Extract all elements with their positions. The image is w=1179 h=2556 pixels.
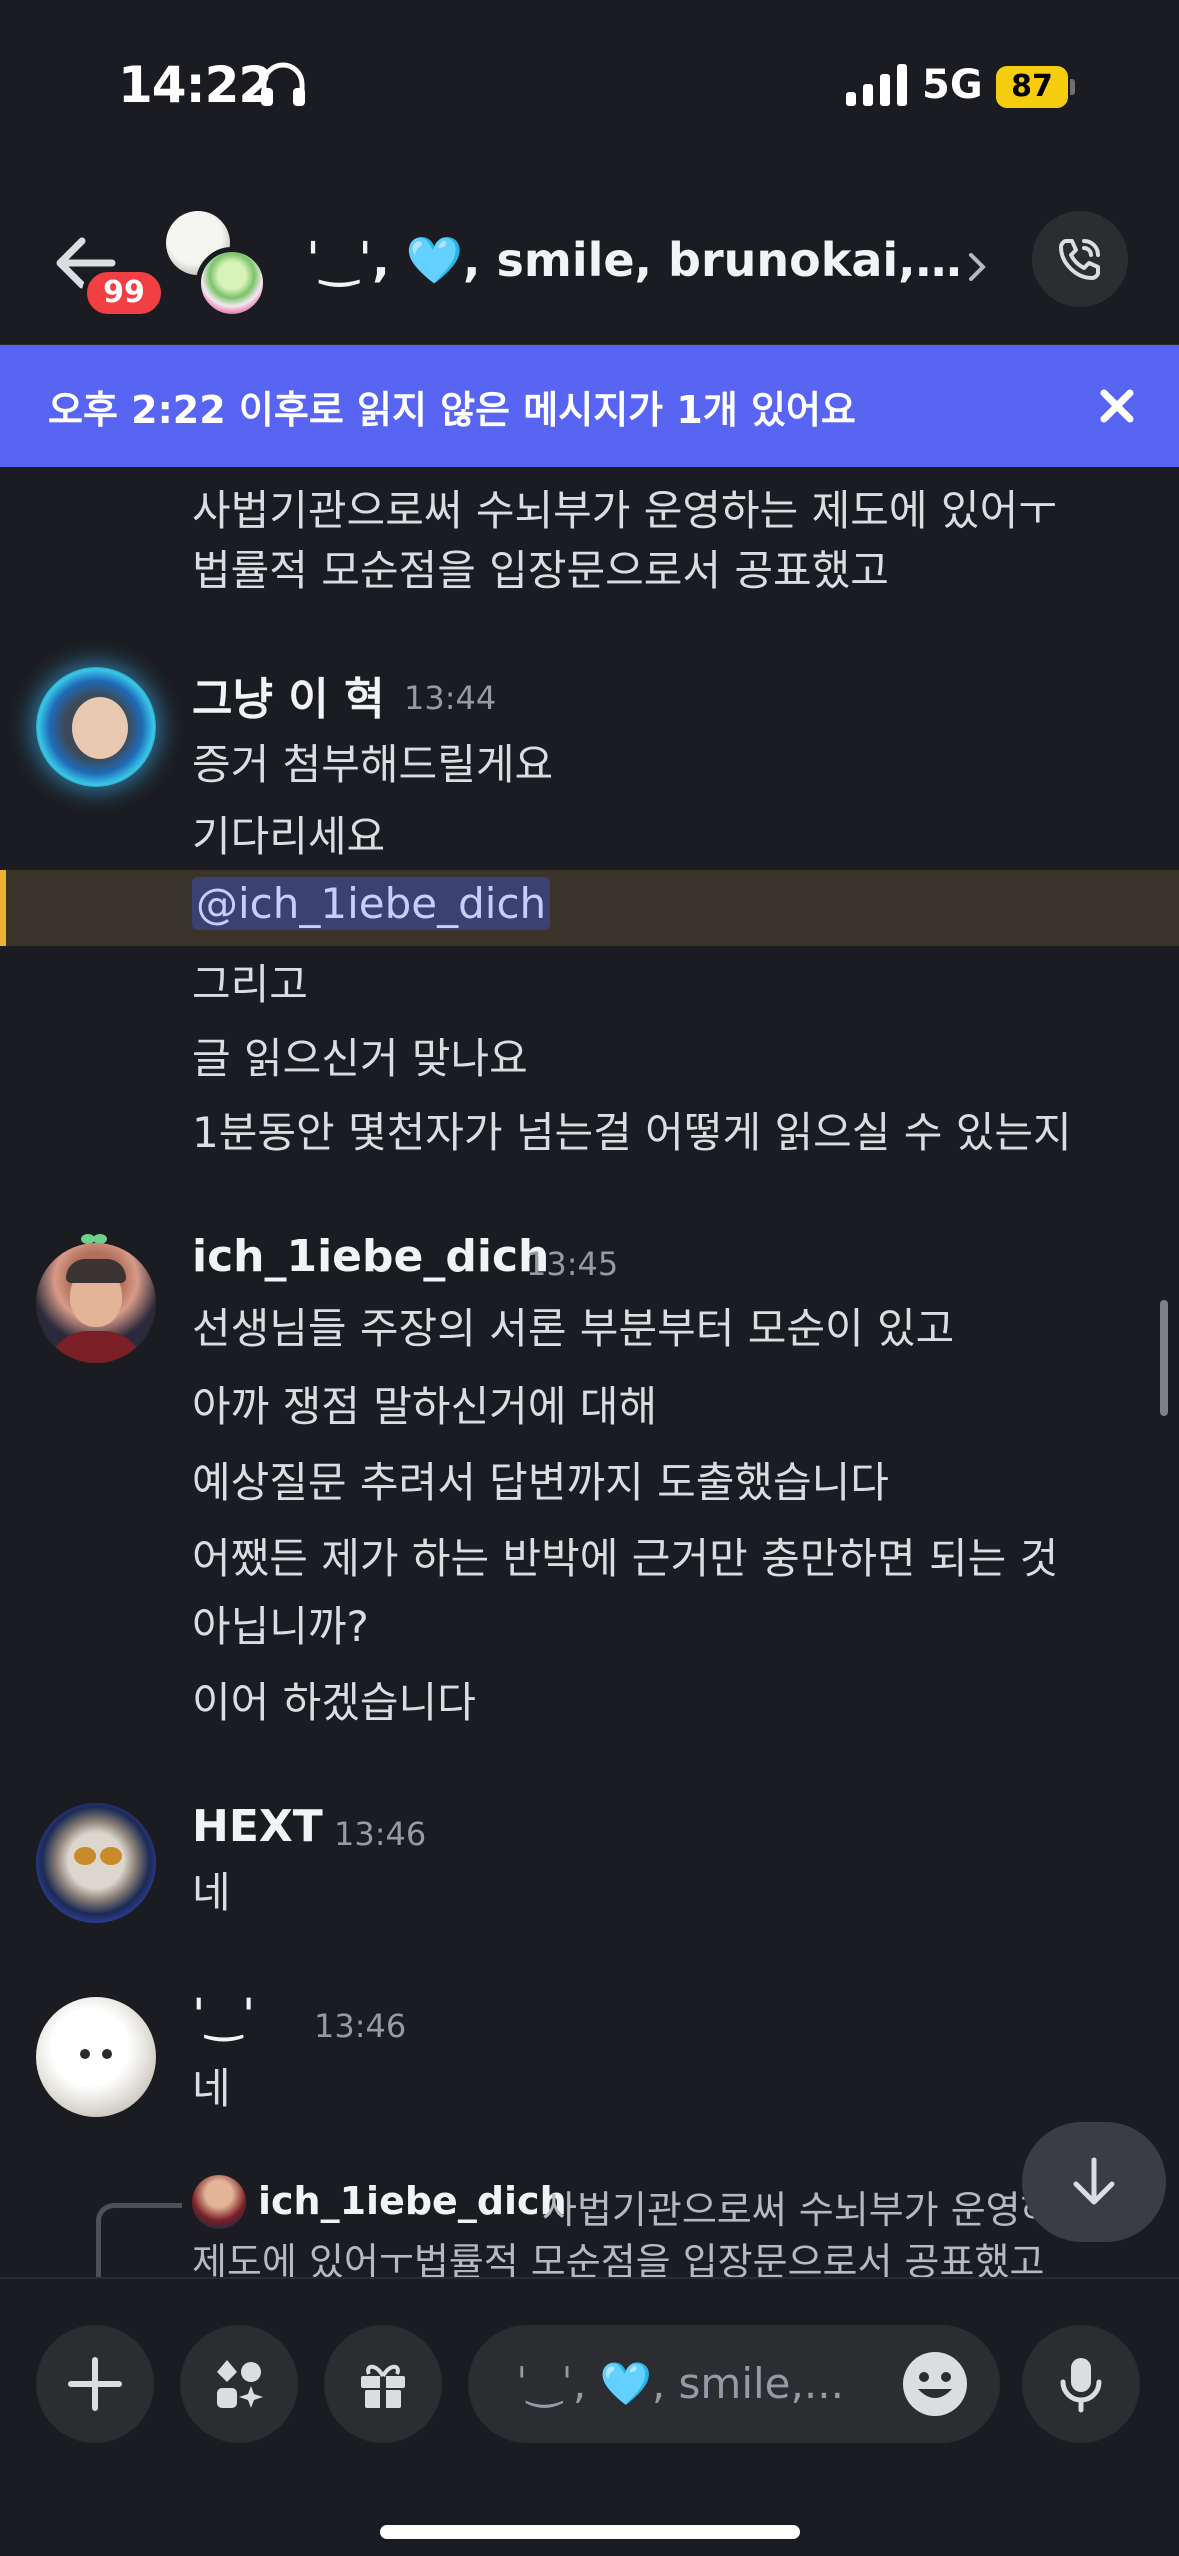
message-timestamp: 13:46 xyxy=(314,2007,407,2045)
message-line: 기다리세요 xyxy=(192,812,386,861)
reply-connector xyxy=(96,2203,182,2277)
voice-call-button[interactable] xyxy=(1032,211,1128,307)
unread-banner-text: 오후 2:22 이후로 읽지 않은 메시지가 1개 있어요 xyxy=(48,388,856,432)
unread-count-badge: 99 xyxy=(82,267,166,319)
message-line: @ich_1iebe_dich xyxy=(192,877,551,930)
message-line: 1분동안 몇천자가 넘는걸 어떻게 읽으실 수 있는지 xyxy=(192,1108,1072,1157)
message-author[interactable]: HEXT xyxy=(192,1801,323,1852)
message-input[interactable]: ˈ‿ˈ, 🩵, smile,... xyxy=(468,2325,1000,2443)
message-line: 이어 하겠습니다 xyxy=(192,1678,476,1727)
message-line: 네 xyxy=(192,1868,231,1917)
channel-header: 99 ˈ‿ˈ, 🩵, smile, brunokai,... xyxy=(0,175,1179,345)
headphones-icon xyxy=(261,62,305,106)
avatar[interactable] xyxy=(36,667,156,787)
microphone-icon xyxy=(1060,2358,1102,2413)
message-line: 증거 첨부해드릴게요 xyxy=(192,740,554,789)
voice-message-button[interactable] xyxy=(1022,2325,1140,2443)
apps-icon xyxy=(217,2360,263,2408)
battery-level: 87 xyxy=(996,66,1068,108)
message-author[interactable]: ˈ‿ˈ xyxy=(192,1991,255,2042)
chat-screen: 14:22 5G 87 99 ˈ‿ˈ, 🩵, smile, brunokai,.… xyxy=(0,0,1179,2556)
reply-avatar xyxy=(192,2175,246,2229)
emoji-icon[interactable] xyxy=(900,2349,970,2419)
close-icon[interactable] xyxy=(1096,385,1138,427)
jump-to-present-button[interactable] xyxy=(1022,2122,1166,2242)
message-list[interactable]: 사법기관으로써 수뇌부가 운영하는 제도에 있어ㅜ 법률적 모순점을 입장문으로… xyxy=(0,467,1179,2277)
message-author[interactable]: 그냥 이 혁 xyxy=(192,663,385,727)
avatar[interactable] xyxy=(36,1803,156,1923)
battery-cap xyxy=(1070,79,1075,95)
scrollbar[interactable] xyxy=(1160,1300,1168,1416)
apps-button[interactable] xyxy=(180,2325,298,2443)
message-timestamp: 13:45 xyxy=(526,1245,619,1283)
message-line: 글 읽으신거 맞나요 xyxy=(192,1034,528,1083)
user-mention[interactable]: @ich_1iebe_dich xyxy=(192,877,551,930)
channel-title[interactable]: ˈ‿ˈ, 🩵, smile, brunokai,... xyxy=(306,233,966,288)
message-timestamp: 13:46 xyxy=(334,1815,427,1853)
battery-indicator: 87 xyxy=(996,66,1076,108)
home-indicator xyxy=(380,2525,800,2539)
message-line: 그리고 xyxy=(192,960,308,1009)
message-line: 사법기관으로써 수뇌부가 운영하는 제도에 있어ㅜ xyxy=(192,486,1057,535)
group-avatar-2 xyxy=(196,247,268,319)
message-line: 법률적 모순점을 입장문으로서 공표했고 xyxy=(192,546,889,595)
message-author[interactable]: ich_1iebe_dich xyxy=(192,1231,549,1282)
message-composer: ˈ‿ˈ, 🩵, smile,... xyxy=(0,2277,1179,2556)
attach-button[interactable] xyxy=(36,2325,154,2443)
phone-icon xyxy=(1059,239,1100,280)
message-input-placeholder: ˈ‿ˈ, 🩵, smile,... xyxy=(516,2359,844,2408)
message-line: 아까 쟁점 말하신거에 대해 xyxy=(192,1382,658,1431)
gift-icon xyxy=(361,2364,405,2408)
message-line: 아닙니까? xyxy=(192,1602,369,1651)
chevron-right-icon xyxy=(969,253,986,281)
status-time: 14:22 xyxy=(118,56,273,114)
status-bar: 14:22 5G 87 xyxy=(0,0,1179,175)
message-line: 예상질문 추려서 답변까지 도출했습니다 xyxy=(192,1458,889,1507)
cellular-signal-icon xyxy=(846,64,907,106)
avatar[interactable] xyxy=(36,1243,156,1363)
message-line: 선생님들 주장의 서론 부분부터 모순이 있고 xyxy=(192,1304,955,1353)
avatar[interactable] xyxy=(36,1997,156,2117)
gift-button[interactable] xyxy=(324,2325,442,2443)
unread-messages-banner[interactable]: 오후 2:22 이후로 읽지 않은 메시지가 1개 있어요 xyxy=(0,345,1179,467)
mention-highlight-row xyxy=(0,870,1179,946)
network-type: 5G xyxy=(922,62,983,108)
message-timestamp: 13:44 xyxy=(404,679,497,717)
plus-icon xyxy=(68,2357,122,2411)
message-line: 네 xyxy=(192,2064,231,2113)
reply-author[interactable]: ich_1iebe_dich xyxy=(258,2179,567,2223)
reply-preview-text[interactable]: 사법기관으로써 수뇌부가 운영하는 xyxy=(542,2179,1091,2234)
arrow-down-icon xyxy=(1073,2157,1115,2205)
message-line: 어쨌든 제가 하는 반박에 근거만 충만하면 되는 것 xyxy=(192,1534,1059,1583)
reply-preview-text[interactable]: 제도에 있어ㅜ법률적 모순점을 입장문으로서 공표했고 xyxy=(192,2231,1044,2277)
